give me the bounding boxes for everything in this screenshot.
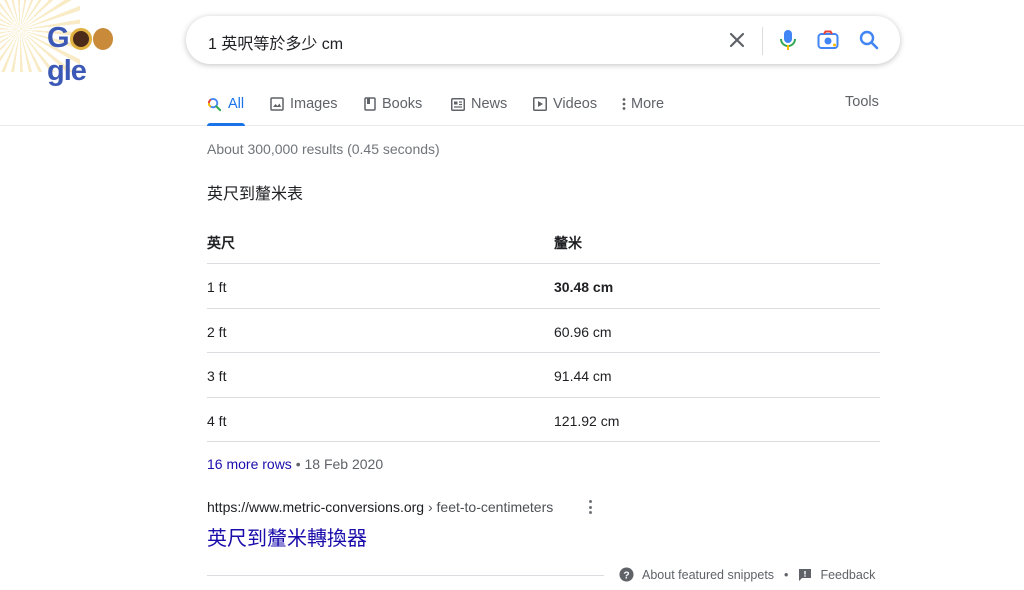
cite-domain: https://www.metric-conversions.org (207, 499, 425, 515)
tab-more-label: More (631, 96, 665, 112)
more-rows-line: 16 more rows • 18 Feb 2020 (207, 456, 383, 472)
clear-icon[interactable] (725, 28, 749, 52)
doodle-figure-icon (92, 28, 113, 50)
image-icon (270, 97, 284, 111)
snippet-footer: ? About featured snippets • Feedback (619, 567, 875, 582)
table-cell: 121.92 cm (554, 412, 620, 429)
google-logo[interactable]: Ggle (47, 22, 150, 88)
tab-videos[interactable]: Videos (533, 94, 597, 114)
microphone-icon[interactable] (776, 28, 800, 52)
search-icon (207, 97, 222, 112)
snippet-date: 18 Feb 2020 (304, 456, 384, 472)
google-doodle[interactable]: Ggle (0, 0, 150, 87)
table-cell: 30.48 cm (554, 279, 614, 295)
table-cell: 3 ft (207, 368, 227, 384)
logo-letter-g: G (47, 22, 70, 54)
doodle-face-icon (69, 28, 92, 50)
help-icon: ? (619, 567, 634, 582)
tab-images-label: Images (290, 96, 338, 112)
tools-button[interactable]: Tools (845, 94, 879, 110)
table-cell: 60.96 cm (554, 323, 612, 340)
more-rows-link[interactable]: 16 more rows (207, 456, 292, 472)
table-row: 1 ft 30.48 cm (207, 264, 880, 309)
header: Ggle 1 英呎等於多少 cm All Images Books News V… (0, 0, 1024, 126)
tab-videos-label: Videos (553, 96, 598, 112)
logo-letter-l: l (63, 55, 72, 87)
search-divider (762, 27, 763, 55)
video-icon (533, 97, 547, 111)
table-row: 2 ft 60.96 cm (207, 309, 880, 353)
search-input[interactable]: 1 英呎等於多少 cm (208, 30, 343, 54)
tab-books[interactable]: Books (364, 94, 422, 114)
tab-all-label: All (228, 96, 245, 112)
tab-images[interactable]: Images (270, 94, 338, 114)
camera-lens-icon[interactable] (816, 28, 840, 52)
table-cell: 4 ft (207, 412, 227, 429)
separator-dot: • (784, 567, 789, 582)
table-row: 3 ft 91.44 cm (207, 353, 880, 398)
featured-snippet-title: 英尺到釐米表 (207, 186, 304, 203)
tab-more[interactable]: More (622, 94, 664, 114)
feedback-icon (798, 568, 812, 582)
tab-all[interactable]: All (207, 94, 244, 114)
result-cite[interactable]: https://www.metric-conversions.org › fee… (207, 499, 553, 515)
conversion-table: 英尺 釐米 1 ft 30.48 cm 2 ft 60.96 cm 3 ft 9… (207, 218, 880, 442)
tab-news[interactable]: News (451, 94, 507, 114)
more-vert-icon (622, 97, 626, 111)
search-box[interactable]: 1 英呎等於多少 cm (186, 16, 900, 64)
tab-news-label: News (471, 96, 508, 112)
cite-path: › feet-to-centimeters (424, 499, 554, 515)
about-featured-snippets-link[interactable]: About featured snippets (642, 568, 774, 582)
table-cell: 1 ft (207, 279, 227, 295)
column-header-cm: 釐米 (554, 235, 582, 251)
result-options-icon[interactable] (583, 497, 597, 517)
table-row: 4 ft 121.92 cm (207, 398, 880, 442)
footer-divider (207, 575, 604, 576)
active-tab-indicator (207, 123, 245, 126)
column-header-feet: 英尺 (207, 235, 235, 251)
svg-text:?: ? (623, 570, 629, 581)
book-icon (364, 97, 376, 111)
logo-letter-e: e (70, 55, 87, 87)
feedback-link[interactable]: Feedback (820, 568, 875, 582)
search-icon[interactable] (857, 28, 881, 52)
result-stats: About 300,000 results (0.45 seconds) (207, 141, 440, 157)
table-cell: 91.44 cm (554, 368, 612, 384)
separator-dot: • (295, 456, 305, 472)
news-icon (451, 97, 465, 111)
table-header-row: 英尺 釐米 (207, 218, 880, 264)
result-title-link[interactable]: 英尺到釐米轉換器 (207, 522, 367, 551)
tab-books-label: Books (382, 96, 423, 112)
table-cell: 2 ft (207, 323, 227, 340)
logo-letter-g2: g (47, 55, 65, 87)
